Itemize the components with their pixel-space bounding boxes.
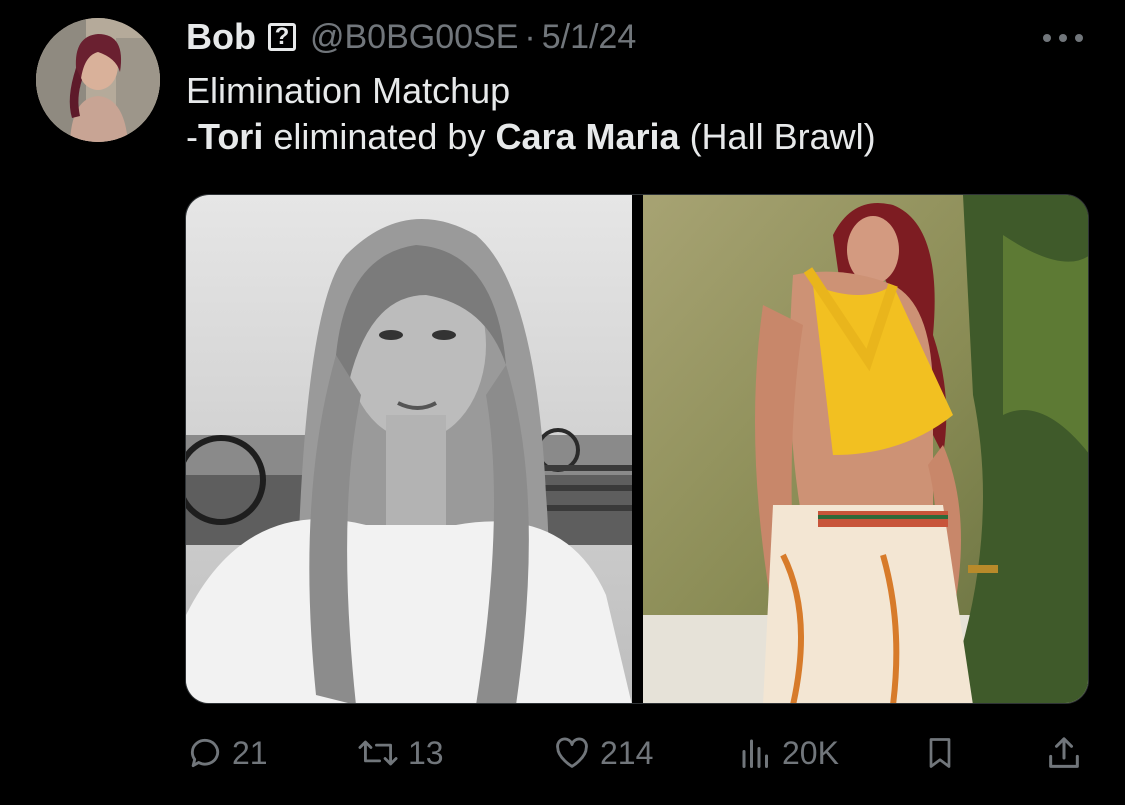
tweet-line-1: Elimination Matchup [186,70,511,111]
more-horizontal-icon [1043,34,1083,42]
repost-icon [358,740,398,766]
tweet-header: Bob ? @B0BG00SE · 5/1/24 [186,14,636,60]
separator-dot: · [524,17,536,56]
verification-badge[interactable]: ? [267,23,296,51]
tweet-date[interactable]: 5/1/24 [542,18,637,57]
tweet-line-2: -Tori eliminated by Cara Maria (Hall Bra… [186,114,876,160]
reply-icon [190,738,220,768]
right-photo[interactable] [643,195,1088,703]
views-count: 20K [782,734,839,771]
author-name[interactable]: Bob [186,16,256,58]
bookmark-button[interactable] [922,730,958,776]
right-photo-image [643,195,1088,703]
left-photo[interactable] [186,195,632,703]
reply-button[interactable]: 21 [186,730,268,776]
eliminator-name: Cara Maria [495,116,680,157]
repost-button[interactable]: 13 [356,730,444,776]
tweet-text: Elimination Matchup -Tori eliminated by … [186,68,876,160]
eliminated-name: Tori [198,116,264,157]
share-icon [1049,737,1079,768]
more-options-button[interactable] [1038,26,1088,50]
left-photo-image [186,195,632,703]
avatar-image [36,18,160,142]
avatar[interactable] [36,18,160,142]
heart-icon [556,737,588,768]
line-prefix: - [186,116,198,157]
middle-text: eliminated by [263,116,496,157]
reply-count: 21 [232,734,268,771]
share-button[interactable] [1044,730,1084,776]
bookmark-icon [929,738,951,768]
views-icon [742,739,768,768]
author-handle[interactable]: @B0BG00SE [310,18,518,57]
repost-count: 13 [408,734,444,771]
media-grid [185,194,1089,704]
like-button[interactable]: 214 [552,730,653,776]
tweet-actions: 21 13 214 20K [0,730,1125,776]
like-count: 214 [600,734,654,771]
suffix-text: (Hall Brawl) [679,116,876,157]
views-button[interactable]: 20K [738,730,839,776]
